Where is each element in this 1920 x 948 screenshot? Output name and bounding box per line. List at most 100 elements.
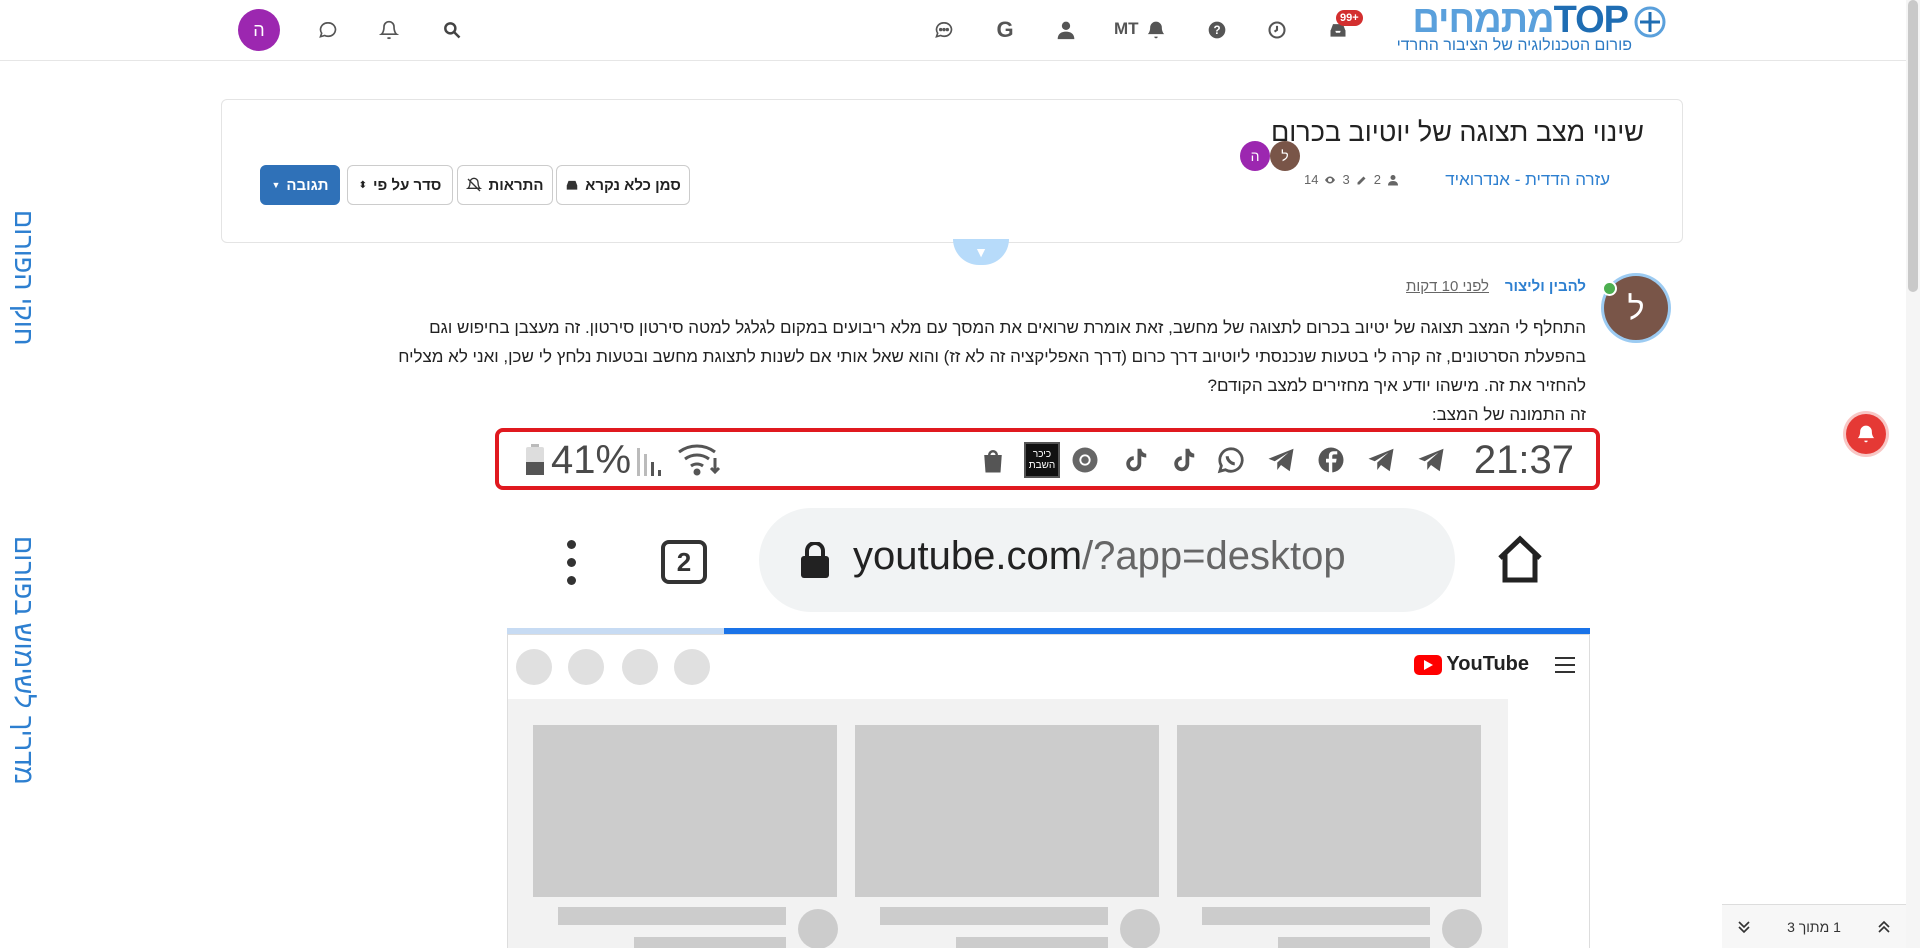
video-thumb-placeholder [1177, 725, 1481, 897]
topic-stats: 14 3 2 [1304, 172, 1399, 187]
post-line: התחלף לי המצב תצוגה של יטיוב בכרום לתצוג… [429, 318, 1586, 337]
mark-unread-button[interactable]: סמן כלא נקרא [556, 165, 690, 205]
logo-wordmark: מתמחיםTOP [1412, 0, 1629, 41]
battery-icon [526, 444, 544, 475]
notifications-label: התראות [488, 176, 544, 194]
home-icon [1498, 535, 1542, 583]
youtube-wordmark: YouTube [1446, 653, 1529, 675]
tiktok-icon [1167, 444, 1199, 476]
search-icon[interactable] [432, 10, 472, 50]
wifi-icon [678, 444, 721, 476]
user-avatar[interactable]: ה [238, 9, 280, 51]
clock-icon[interactable] [1257, 10, 1297, 50]
post-pagination: 1 מתוך 3 [1722, 904, 1906, 948]
title-placeholder [1202, 907, 1430, 925]
user-icon[interactable] [1046, 10, 1086, 50]
eye-icon [1325, 176, 1336, 183]
more-menu-icon [567, 540, 577, 586]
channel-avatar-placeholder [1442, 909, 1482, 948]
hamburger-icon [1555, 657, 1575, 673]
topic-header: שינוי מצב תצוגה של יוטיוב בכרום עזרה הדד… [221, 99, 1683, 243]
pencil-icon [1357, 176, 1366, 184]
placeholder-circle [568, 649, 604, 685]
post-timestamp[interactable]: לפני 10 דקות [1406, 278, 1489, 295]
placeholder-circle [674, 649, 710, 685]
url-text: youtube.com/?app=desktop [853, 534, 1346, 579]
browser-toolbar: 2 youtube.com/?app=desktop [495, 504, 1603, 614]
top-navbar: ה G MT ? 99+ מתמחיםTOP פורום הטכנולוגיה … [0, 0, 1906, 61]
battery-percent: 41% [551, 438, 632, 482]
url-bar: youtube.com/?app=desktop [759, 508, 1455, 612]
google-icon[interactable]: G [985, 10, 1025, 50]
youtube-logo: YouTube [1414, 653, 1529, 676]
channel-avatar-placeholder [798, 909, 838, 948]
bell-icon [1857, 425, 1875, 443]
reply-label: תגובה [286, 176, 329, 194]
facebook-icon [1315, 444, 1347, 476]
chevron-down-icon: ▼ [974, 244, 988, 260]
placeholder-circle [516, 649, 552, 685]
bell-solid-icon[interactable] [1136, 10, 1176, 50]
phone-status-bar: 41% כיכר השבת 21:37 [495, 428, 1600, 490]
chat-icon[interactable] [308, 10, 348, 50]
mark-unread-label: סמן כלא נקרא [585, 176, 681, 194]
post-content: התחלף לי המצב תצוגה של יטיוב בכרום לתצוג… [346, 313, 1586, 429]
category-link[interactable]: עזרה הדדית - אנדרואיד [1445, 170, 1610, 190]
signal-icon [637, 448, 661, 476]
bell-icon[interactable] [369, 10, 409, 50]
posters-count: 2 [1373, 172, 1381, 187]
whatsapp-icon [1215, 444, 1247, 476]
telegram-icon [1415, 444, 1447, 476]
channel-avatar-placeholder [1120, 909, 1160, 948]
site-logo[interactable]: מתמחיםTOP פורום הטכנולוגיה של הציבור החר… [1378, 0, 1668, 58]
notification-badge: 99+ [1336, 10, 1363, 26]
mt-label[interactable]: MT [1114, 19, 1139, 39]
posts-count: 3 [1342, 172, 1350, 187]
telegram-icon [1265, 444, 1297, 476]
page: ה G MT ? 99+ מתמחיםTOP פורום הטכנולוגיה … [0, 0, 1920, 948]
help-icon[interactable]: ? [1197, 10, 1237, 50]
sort-button[interactable]: סדר על פי ⬍ [347, 165, 453, 205]
sort-icon: ⬍ [358, 179, 368, 191]
user-small-icon [1387, 174, 1398, 185]
lock-icon [801, 542, 829, 578]
forum-guide-link[interactable]: מדריך לשימוש בפורום [8, 536, 39, 785]
post-line: בהפעלת הסרטונים, זה קרה לי בטעות שנכנסתי… [398, 347, 1586, 366]
phone-clock: 21:37 [1473, 438, 1574, 482]
caret-down-icon: ▼ [271, 180, 281, 190]
logo-mark-icon [1634, 6, 1666, 38]
participant-avatar[interactable]: ל [1270, 141, 1300, 171]
online-status-dot [1602, 281, 1617, 296]
meta-placeholder [634, 937, 786, 948]
youtube-play-icon [1414, 654, 1443, 675]
inbox-small-icon [566, 180, 578, 190]
chats-icon[interactable] [924, 10, 964, 50]
title-placeholder [880, 907, 1108, 925]
telegram-icon [1365, 444, 1397, 476]
post-line: להחזיר את זה. מישהו יודע איך מחזירים למצ… [1207, 376, 1586, 395]
reply-button[interactable]: תגובה ▼ [260, 165, 340, 205]
placeholder-circle [622, 649, 658, 685]
post-image[interactable]: 41% כיכר השבת 21:37 2 youtube.com/?app=d… [495, 424, 1603, 948]
participant-avatar[interactable]: ה [1240, 141, 1270, 171]
logo-tagline: פורום הטכנולוגיה של הציבור החרדי [1396, 37, 1632, 54]
push-notifications-button[interactable] [1846, 414, 1886, 454]
post-author-name[interactable]: להבין וליצור [1505, 278, 1586, 295]
scrollbar-thumb[interactable] [1908, 0, 1918, 292]
double-chevron-down-icon[interactable] [1734, 917, 1754, 937]
collapse-toggle[interactable]: ▼ [953, 239, 1009, 265]
youtube-desktop-page: YouTube [507, 634, 1590, 948]
views-count: 14 [1304, 172, 1319, 187]
tab-count: 2 [661, 540, 707, 584]
chrome-icon [1069, 444, 1101, 476]
double-chevron-up-icon[interactable] [1874, 917, 1894, 937]
notifications-button[interactable]: התראות [457, 165, 553, 205]
svg-text:?: ? [1213, 24, 1220, 37]
meta-placeholder [1278, 937, 1430, 948]
video-thumb-placeholder [855, 725, 1159, 897]
tiktok-icon [1119, 444, 1151, 476]
title-placeholder [558, 907, 786, 925]
meta-placeholder [956, 937, 1108, 948]
news-app-icon: כיכר השבת [1024, 442, 1060, 478]
forum-rules-link[interactable]: חוקי הפורום [8, 210, 39, 346]
